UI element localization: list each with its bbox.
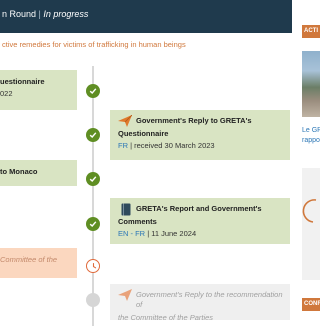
language-links[interactable]: EN - FR xyxy=(118,229,145,238)
card-meta: FR | received 30 March 2023 xyxy=(118,141,290,151)
timeline-card-reply-recommendation[interactable]: Government's Reply to the recommendation… xyxy=(110,284,290,322)
timeline-card-visit[interactable]: to Monaco xyxy=(0,160,77,186)
card-title: uestionnaire xyxy=(0,77,45,86)
check-circle-icon xyxy=(86,217,100,231)
card-title-line2: Questionnaire xyxy=(118,128,169,138)
clock-icon xyxy=(86,259,100,273)
round-status: In progress xyxy=(43,9,89,19)
language-link[interactable]: FR xyxy=(118,141,128,150)
card-title-line1: Government's Reply to GRETA's xyxy=(136,116,252,125)
round-label: n Round xyxy=(2,9,37,19)
timeline-card-greta-report[interactable]: GRETA's Report and Government's Comments… xyxy=(110,198,290,244)
check-circle-icon xyxy=(86,128,100,142)
news-text-line1[interactable]: Le GR xyxy=(302,126,320,136)
paper-plane-icon xyxy=(118,289,132,304)
card-title-line2: the Committee of the Parties xyxy=(118,312,214,322)
news-photo[interactable] xyxy=(302,51,320,117)
spinner-icon xyxy=(302,199,317,223)
timeline-card-committee[interactable]: Committee of the xyxy=(0,248,77,278)
circle-icon xyxy=(86,293,100,307)
card-title: Committee of the xyxy=(0,255,58,264)
card-title: to Monaco xyxy=(0,167,38,176)
side-widget xyxy=(302,168,320,280)
check-circle-icon xyxy=(86,84,100,98)
news-text-line2[interactable]: rappo xyxy=(302,136,320,146)
received-date: | received 30 March 2023 xyxy=(130,140,215,150)
conference-heading: CONF xyxy=(302,298,320,311)
report-date: | 11 June 2024 xyxy=(147,228,197,238)
card-title-line1: Government's Reply to the recommendation… xyxy=(136,290,283,309)
card-meta: EN - FR | 11 June 2024 xyxy=(118,229,290,239)
header-separator: | xyxy=(38,9,41,19)
actions-heading: ACTI xyxy=(302,25,320,38)
page-subtitle: ctive remedies for victims of traffickin… xyxy=(2,40,186,49)
book-icon xyxy=(121,203,131,219)
header-bar: n Round | In progress xyxy=(0,0,292,33)
timeline-card-questionnaire[interactable]: uestionnaire 022 xyxy=(0,70,77,110)
timeline-card-government-reply[interactable]: Government's Reply to GRETA's Questionna… xyxy=(110,110,290,160)
timeline-line xyxy=(92,66,94,326)
card-title-line1: GRETA's Report and Government's xyxy=(136,204,262,213)
paper-plane-icon xyxy=(118,114,133,130)
card-title-line2: Comments xyxy=(118,216,157,226)
card-meta: 022 xyxy=(0,88,13,98)
round-title: n Round | In progress xyxy=(2,9,88,19)
check-circle-icon xyxy=(86,172,100,186)
news-text[interactable]: Le GR rappo xyxy=(302,126,320,146)
